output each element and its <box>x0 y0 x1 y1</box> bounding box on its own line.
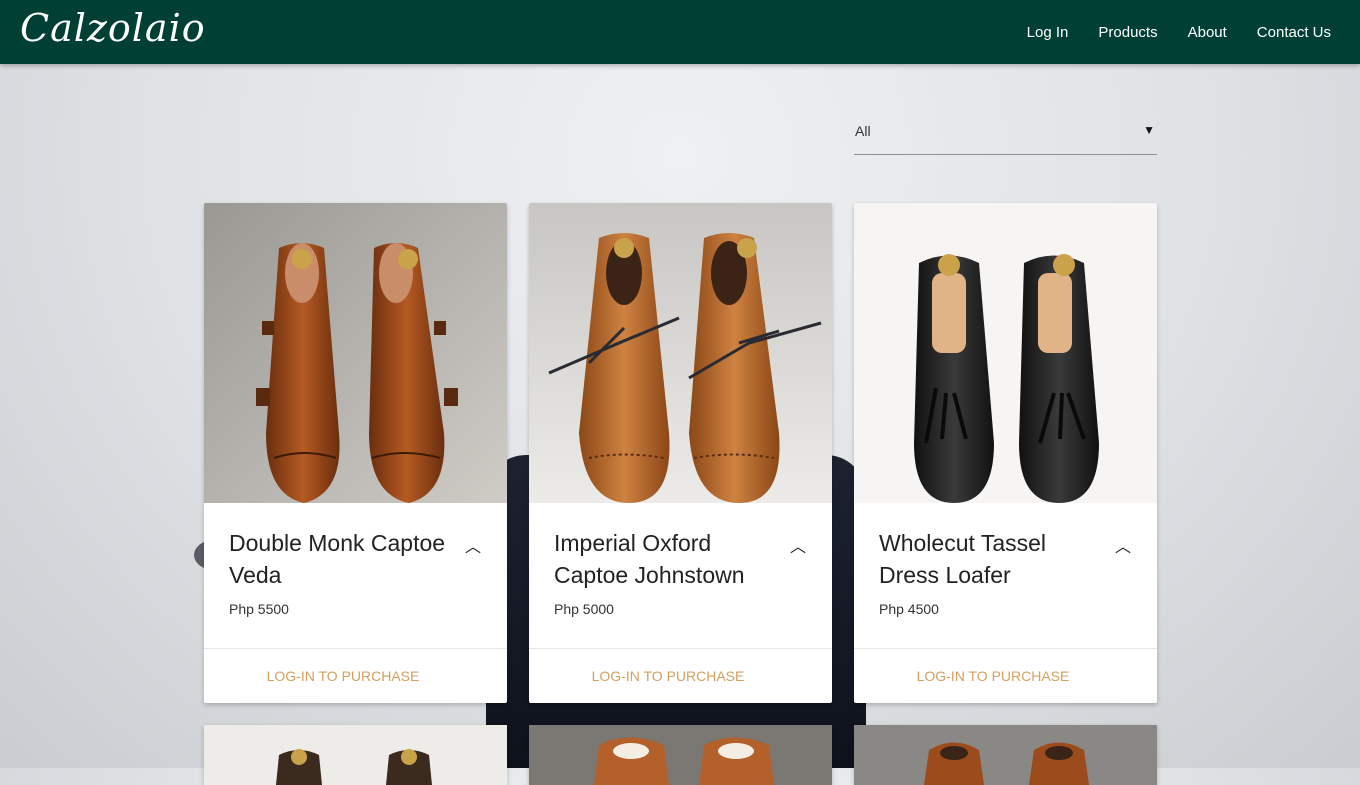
product-card: Imperial Oxford Captoe Johnstown ︿ Php 5… <box>529 203 832 703</box>
product-card: Double Monk Captoe Veda ︿ Php 5500 Log-i… <box>204 203 507 703</box>
product-price: Php 5500 <box>229 601 289 617</box>
login-to-purchase-button[interactable]: Log-in to purchase <box>854 649 1132 703</box>
product-name: Imperial Oxford Captoe Johnstown <box>554 530 745 588</box>
nav-about[interactable]: About <box>1173 24 1242 41</box>
chevron-up-icon[interactable]: ︿ <box>790 533 806 557</box>
dropdown-caret-icon: ▼ <box>1143 123 1155 137</box>
nav-contact[interactable]: Contact Us <box>1242 24 1346 41</box>
product-image[interactable] <box>204 203 507 503</box>
login-to-purchase-button[interactable]: Log-in to purchase <box>529 649 807 703</box>
nav-login[interactable]: Log In <box>1012 24 1084 41</box>
nav-links: Log In Products About Contact Us <box>1012 0 1346 64</box>
product-price: Php 5000 <box>554 601 614 617</box>
product-card-partial[interactable] <box>204 725 507 785</box>
filter-selected-value: All <box>855 123 871 139</box>
product-image[interactable] <box>529 203 832 503</box>
product-name: Double Monk Captoe Veda <box>229 530 446 588</box>
chevron-up-icon[interactable]: ︿ <box>465 533 481 557</box>
login-to-purchase-button[interactable]: Log-in to purchase <box>204 649 482 703</box>
product-image <box>854 725 1157 785</box>
product-name: Wholecut Tassel Dress Loafer <box>879 530 1047 588</box>
nav-products[interactable]: Products <box>1083 24 1172 41</box>
product-image[interactable] <box>854 203 1157 503</box>
category-filter-select[interactable]: All ▼ <box>854 112 1157 155</box>
product-price: Php 4500 <box>879 601 939 617</box>
product-image <box>529 725 832 785</box>
chevron-up-icon[interactable]: ︿ <box>1115 533 1131 557</box>
product-image <box>204 725 507 785</box>
product-card-partial[interactable] <box>854 725 1157 785</box>
product-card-partial[interactable] <box>529 725 832 785</box>
product-card: Wholecut Tassel Dress Loafer ︿ Php 4500 … <box>854 203 1157 703</box>
brand-logo[interactable]: Calzolaio <box>20 6 206 50</box>
navbar: Calzolaio Log In Products About Contact … <box>0 0 1360 64</box>
